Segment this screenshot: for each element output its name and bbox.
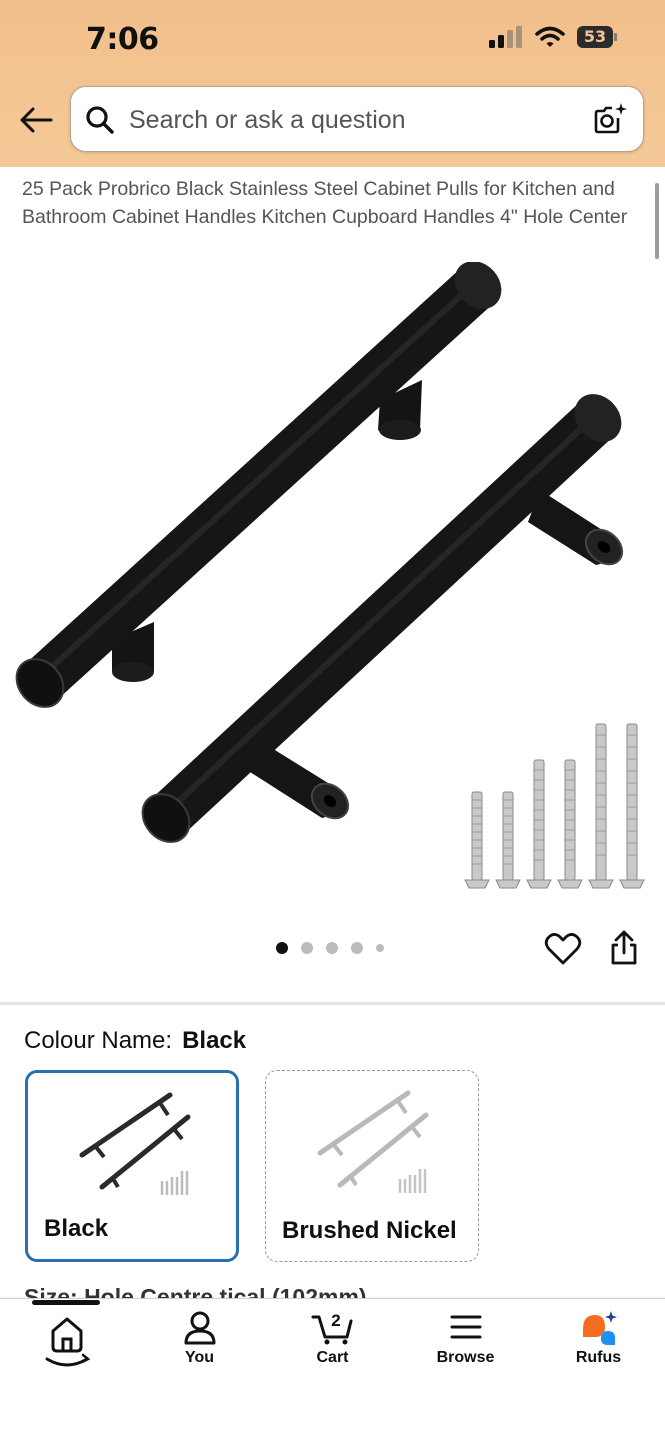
carousel-dot[interactable]: [301, 942, 313, 954]
product-title: 25 Pack Probrico Black Stainless Steel C…: [22, 178, 628, 228]
carousel-dot[interactable]: [351, 942, 363, 954]
share-icon: [611, 930, 637, 965]
back-arrow-icon: [20, 107, 53, 133]
wishlist-button[interactable]: [544, 930, 582, 968]
colour-name-row: Colour Name: Black: [24, 1027, 246, 1055]
handle-1: [15, 262, 502, 708]
product-image[interactable]: [0, 262, 665, 902]
handle-2: [141, 394, 624, 843]
carousel-dot[interactable]: [276, 942, 288, 954]
bottom-tab-bar: You 2 Cart Browse Rufus: [0, 1298, 665, 1441]
battery-level: 53: [583, 27, 607, 46]
tab-cart[interactable]: 2 Cart: [266, 1309, 399, 1389]
menu-icon: [450, 1315, 481, 1339]
colour-name-label: Colour Name:: [24, 1027, 173, 1054]
status-icons: 53: [489, 26, 617, 48]
person-icon: [184, 1311, 215, 1345]
image-carousel-indicator[interactable]: [276, 942, 384, 954]
tab-you[interactable]: You: [133, 1309, 266, 1389]
cart-icon: 2: [311, 1311, 352, 1345]
search-icon: [86, 106, 114, 134]
screws: [464, 723, 645, 889]
colour-option-label: Brushed Nickel: [282, 1217, 457, 1244]
active-tab-indicator: [32, 1300, 100, 1305]
home-icon: [45, 1317, 90, 1367]
colour-option-label: Black: [44, 1215, 109, 1242]
tab-label: Rufus: [575, 1349, 622, 1366]
nickel-handles-thumbnail: [317, 1090, 429, 1193]
tab-label: You: [184, 1349, 215, 1366]
colour-name-value: Black: [182, 1027, 247, 1054]
back-button[interactable]: [16, 100, 56, 140]
carousel-dot[interactable]: [376, 944, 384, 952]
tab-rufus[interactable]: Rufus: [532, 1309, 665, 1389]
section-divider: [0, 1002, 665, 1005]
share-button[interactable]: [605, 928, 643, 968]
tab-home[interactable]: [0, 1309, 133, 1389]
black-handles-thumbnail: [79, 1092, 191, 1195]
heart-icon: [544, 933, 582, 965]
tab-label: Cart: [316, 1349, 349, 1366]
carousel-dot[interactable]: [326, 942, 338, 954]
header: 7:06 53: [0, 0, 665, 167]
battery-icon: 53: [577, 26, 617, 48]
cellular-signal-icon: [489, 26, 522, 48]
rufus-icon: [582, 1311, 617, 1345]
cart-count-badge: 2: [331, 1311, 340, 1330]
scrollbar[interactable]: [655, 183, 659, 259]
colour-option-black[interactable]: Black: [25, 1070, 239, 1262]
tab-browse[interactable]: Browse: [399, 1309, 532, 1389]
camera-lens-icon[interactable]: [593, 101, 629, 137]
search-bar[interactable]: [70, 86, 644, 152]
tab-label: Browse: [436, 1349, 495, 1366]
search-input[interactable]: [127, 95, 581, 145]
status-time: 7:06: [86, 22, 159, 57]
colour-option-brushed-nickel[interactable]: Brushed Nickel: [265, 1070, 479, 1262]
wifi-icon: [535, 26, 565, 47]
